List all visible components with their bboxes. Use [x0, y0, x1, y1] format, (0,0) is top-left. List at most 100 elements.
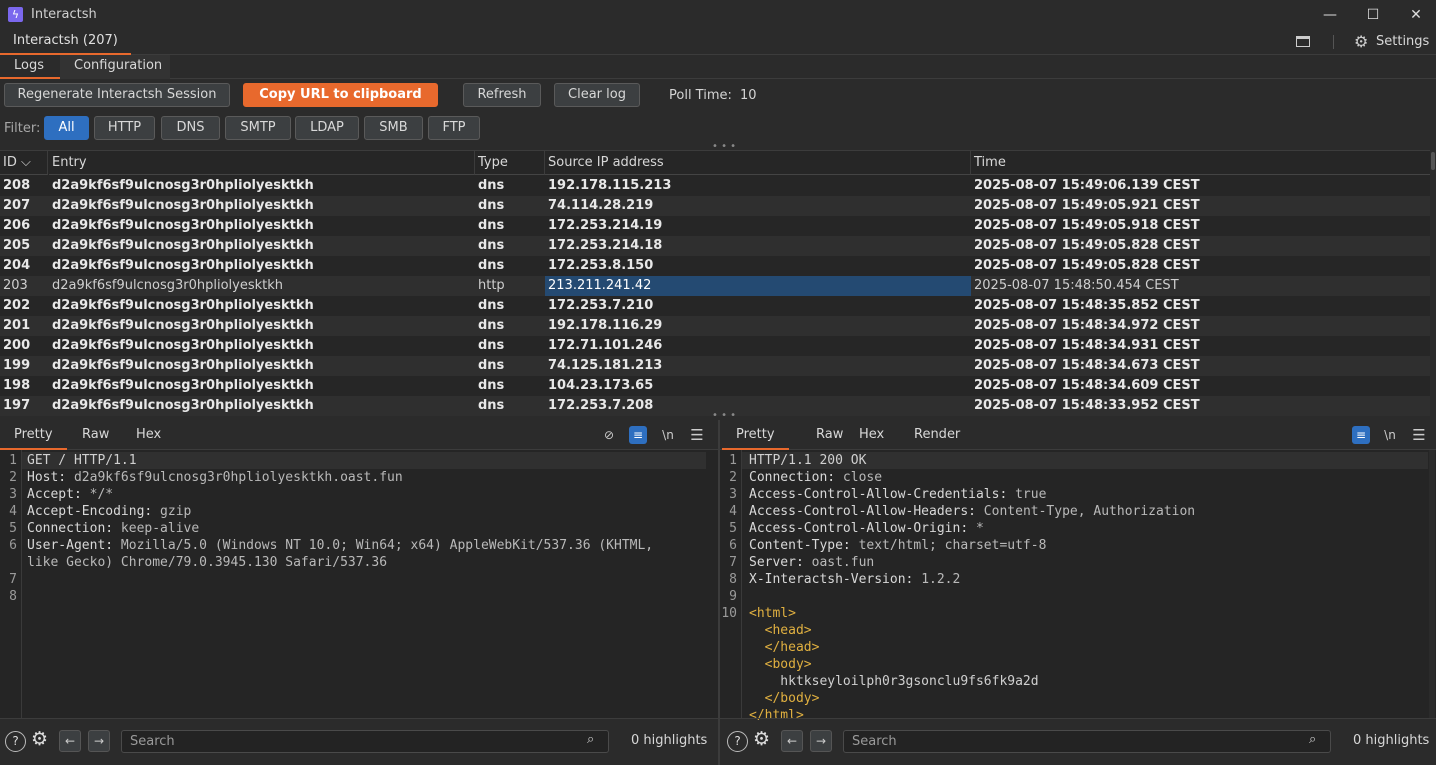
newline-icon[interactable]: \n [659, 426, 677, 444]
code-key: Content-Type: [749, 538, 851, 553]
code-line: Connection: keep-alive [27, 521, 199, 536]
code-key: Connection: [27, 521, 114, 536]
panel-layout-icon[interactable] [1296, 36, 1310, 47]
row-entry: d2a9kf6sf9ulcnosg3r0hpliolyesktkh [52, 258, 314, 273]
row-id: 201 [3, 318, 31, 333]
gear-icon[interactable]: ⚙ [31, 728, 48, 750]
column-header-source-ip[interactable]: Source IP address [545, 151, 971, 175]
code-key: <head> [749, 623, 812, 638]
table-row[interactable]: 204 d2a9kf6sf9ulcnosg3r0hpliolyesktkh dns 1… [0, 256, 1430, 276]
code-key: X-Interactsh-Version: [749, 572, 914, 587]
wrap-lines-icon[interactable]: ≡ [1352, 426, 1370, 444]
filter-ldap[interactable]: LDAP [295, 116, 359, 140]
close-button[interactable]: ✕ [1401, 4, 1431, 26]
response-scrollbar[interactable] [1429, 450, 1435, 718]
filter-smb[interactable]: SMB [364, 116, 423, 140]
row-entry: d2a9kf6sf9ulcnosg3r0hpliolyesktkh [52, 198, 314, 213]
request-footer: ? ⚙ ← → Search ⌕ 0 highlights [0, 718, 718, 765]
column-header-id[interactable]: ID ⌵ [0, 151, 48, 175]
code-line: HTTP/1.1 200 OK [749, 453, 866, 468]
settings-link[interactable]: Settings [1376, 34, 1429, 49]
column-header-type[interactable]: Type [475, 151, 545, 175]
maximize-button[interactable]: ☐ [1358, 4, 1388, 26]
next-arrow-icon[interactable]: → [810, 730, 832, 752]
help-icon[interactable]: ? [5, 731, 26, 752]
tab-request-pretty[interactable]: Pretty [0, 420, 67, 450]
code-value: */* [81, 487, 114, 502]
column-header-time[interactable]: Time [971, 151, 1430, 175]
wrap-lines-icon[interactable]: ≡ [629, 426, 647, 444]
filter-all[interactable]: All [44, 116, 89, 140]
newline-icon[interactable]: \n [1381, 426, 1399, 444]
code-key: </body> [749, 691, 820, 706]
toolbar-divider [1333, 35, 1334, 49]
response-search-input[interactable]: Search [843, 730, 1331, 753]
table-row[interactable]: 200 d2a9kf6sf9ulcnosg3r0hpliolyesktkh dns 1… [0, 336, 1430, 356]
filter-http[interactable]: HTTP [94, 116, 155, 140]
tab-interactsh[interactable]: Interactsh (207) [0, 30, 131, 55]
row-source-ip: 172.253.8.150 [548, 258, 654, 273]
code-key: User-Agent: [27, 538, 114, 553]
eye-slash-icon[interactable]: ⊘ [600, 426, 618, 444]
filter-ftp[interactable]: FTP [428, 116, 480, 140]
tab-request-raw[interactable]: Raw [68, 420, 123, 450]
tab-request-hex[interactable]: Hex [122, 420, 175, 450]
tab-response-pretty[interactable]: Pretty [722, 420, 789, 450]
line-number: 4 [729, 504, 737, 519]
row-source-ip: 74.114.28.219 [548, 198, 654, 213]
row-entry: d2a9kf6sf9ulcnosg3r0hpliolyesktkh [52, 358, 314, 373]
code-value: * [968, 521, 984, 536]
help-icon[interactable]: ? [727, 731, 748, 752]
extension-tab-bar: Interactsh (207) ⚙ Settings [0, 30, 1436, 55]
regenerate-session-button[interactable]: Regenerate Interactsh Session [4, 83, 230, 107]
table-row[interactable]: 203 d2a9kf6sf9ulcnosg3r0hpliolyesktkh http… [0, 276, 1430, 296]
code-line: Accept-Encoding: gzip [27, 504, 191, 519]
table-row[interactable]: 208 d2a9kf6sf9ulcnosg3r0hpliolyesktkh dns 1… [0, 176, 1430, 196]
table-row[interactable]: 198 d2a9kf6sf9ulcnosg3r0hpliolyesktkh dns 1… [0, 376, 1430, 396]
row-id: 202 [3, 298, 31, 313]
line-number: 6 [9, 538, 17, 553]
row-id: 206 [3, 218, 31, 233]
table-row[interactable]: 202 d2a9kf6sf9ulcnosg3r0hpliolyesktkh dns 1… [0, 296, 1430, 316]
request-search-input[interactable]: Search [121, 730, 609, 753]
poll-time-value: 10 [740, 88, 757, 103]
code-line: Content-Type: text/html; charset=utf-8 [749, 538, 1046, 553]
row-id: 203 [3, 278, 28, 293]
table-row[interactable]: 205 d2a9kf6sf9ulcnosg3r0hpliolyesktkh dns 1… [0, 236, 1430, 256]
copy-url-button[interactable]: Copy URL to clipboard [243, 83, 438, 107]
gear-icon[interactable]: ⚙ [1354, 32, 1368, 51]
gear-icon[interactable]: ⚙ [753, 728, 770, 750]
previous-arrow-icon[interactable]: ← [781, 730, 803, 752]
request-editor[interactable]: 1 2 3 4 5 6 7 8 GET / HTTP/1.1 Host: d2a9kf6sf9u… [0, 450, 718, 718]
tab-response-render[interactable]: Render [900, 420, 974, 450]
response-tabs: Pretty Raw Hex Render ≡ \n ☰ [720, 420, 1436, 450]
previous-arrow-icon[interactable]: ← [59, 730, 81, 752]
code-key: Accept: [27, 487, 82, 502]
minimize-button[interactable]: — [1315, 4, 1345, 26]
menu-icon[interactable]: ☰ [688, 426, 706, 444]
menu-icon[interactable]: ☰ [1410, 426, 1428, 444]
tab-configuration[interactable]: Configuration [60, 55, 170, 79]
code-key: Access-Control-Allow-Credentials: [749, 487, 1008, 502]
table-scrollbar-thumb[interactable] [1431, 152, 1435, 170]
row-entry: d2a9kf6sf9ulcnosg3r0hpliolyesktkh [52, 238, 314, 253]
tab-response-hex[interactable]: Hex [845, 420, 898, 450]
table-row[interactable]: 206 d2a9kf6sf9ulcnosg3r0hpliolyesktkh dns 1… [0, 216, 1430, 236]
row-type: http [478, 278, 505, 293]
search-icon: ⌕ [587, 732, 595, 747]
clear-log-button[interactable]: Clear log [554, 83, 640, 107]
response-editor[interactable]: 1 2 3 4 5 6 7 8 9 10 HTTP/1.1 200 OK Connection: c… [720, 450, 1436, 723]
next-arrow-icon[interactable]: → [88, 730, 110, 752]
row-time: 2025-08-07 15:48:33.952 CEST [974, 398, 1200, 413]
table-scrollbar[interactable] [1430, 150, 1436, 414]
filter-smtp[interactable]: SMTP [225, 116, 291, 140]
table-row[interactable]: 207 d2a9kf6sf9ulcnosg3r0hpliolyesktkh dns 7… [0, 196, 1430, 216]
column-header-entry[interactable]: Entry [49, 151, 475, 175]
filter-dns[interactable]: DNS [161, 116, 220, 140]
refresh-button[interactable]: Refresh [463, 83, 541, 107]
table-row[interactable]: 199 d2a9kf6sf9ulcnosg3r0hpliolyesktkh dns 7… [0, 356, 1430, 376]
tab-logs[interactable]: Logs [0, 55, 60, 79]
code-key: </head> [749, 640, 820, 655]
title-bar: ϟ Interactsh — ☐ ✕ [0, 0, 1436, 30]
table-row[interactable]: 201 d2a9kf6sf9ulcnosg3r0hpliolyesktkh dns 1… [0, 316, 1430, 336]
